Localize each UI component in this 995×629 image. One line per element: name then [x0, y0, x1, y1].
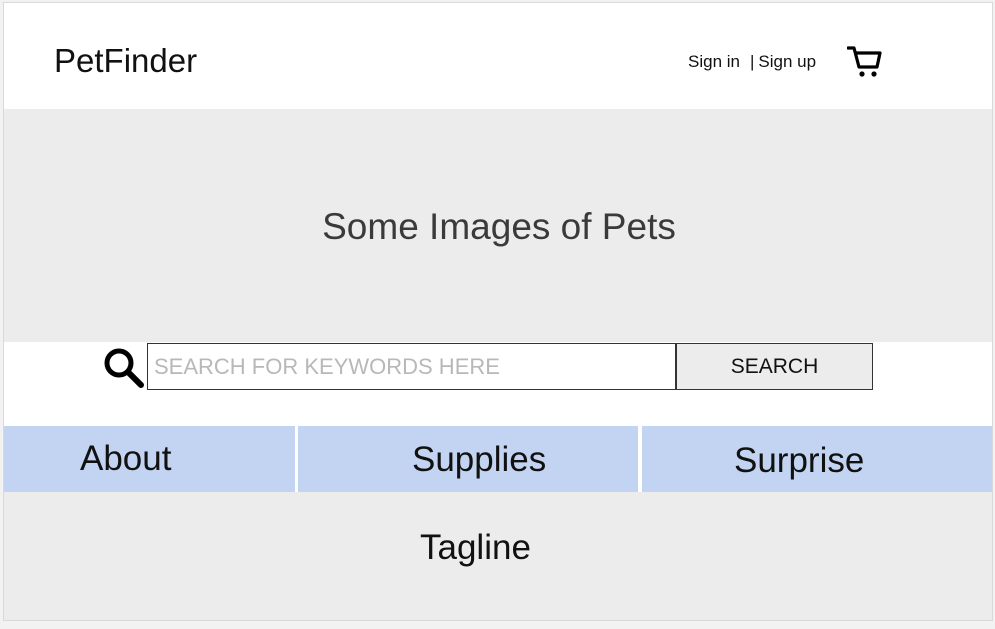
auth-separator: |	[749, 52, 755, 71]
hero-banner: Some Images of Pets	[4, 109, 992, 342]
nav-item-surprise[interactable]: Surprise	[642, 426, 992, 492]
nav-item-supplies[interactable]: Supplies	[298, 426, 638, 492]
nav-item-about[interactable]: About	[4, 426, 295, 492]
auth-links: Sign in | Sign up	[688, 53, 816, 70]
magnifier-icon	[104, 348, 144, 388]
search-button[interactable]: SEARCH	[676, 343, 873, 390]
site-logo[interactable]: PetFinder	[54, 44, 197, 77]
search-bar: SEARCH	[4, 342, 992, 426]
site-header: PetFinder Sign in | Sign up	[4, 3, 992, 109]
search-input[interactable]	[147, 343, 676, 390]
footer: Tagline	[4, 492, 992, 620]
sign-in-link[interactable]: Sign in	[688, 52, 740, 71]
nav-item-label: Supplies	[412, 440, 547, 479]
sign-up-link[interactable]: Sign up	[758, 52, 816, 71]
main-nav: About Supplies Surprise	[4, 426, 992, 492]
shopping-cart-icon[interactable]	[847, 43, 883, 79]
tagline: Tagline	[420, 528, 531, 567]
hero-title: Some Images of Pets	[322, 206, 676, 247]
nav-item-label: About	[80, 439, 172, 478]
nav-item-label: Surprise	[734, 441, 865, 480]
page-frame: PetFinder Sign in | Sign up Some Images of…	[3, 2, 993, 621]
